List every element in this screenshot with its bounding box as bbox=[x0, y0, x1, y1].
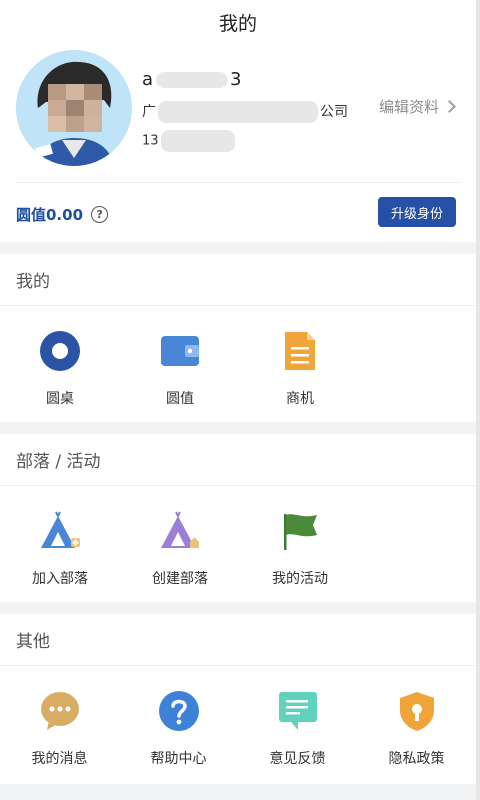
user-name: a3 bbox=[142, 69, 242, 90]
page-title: 我的 bbox=[218, 12, 257, 35]
name-visible-start: a bbox=[142, 69, 155, 90]
profile-card: a3 广公司 13 编辑资料 圆值0.00 ? 升级身份 bbox=[0, 44, 476, 242]
grid-item-label: 加入部落 bbox=[32, 571, 88, 587]
section-title: 其他 bbox=[0, 614, 476, 666]
avatar-image bbox=[16, 50, 132, 166]
edit-profile-label: 编辑资料 bbox=[378, 98, 439, 116]
grid-item-messages[interactable]: 我的消息 bbox=[0, 666, 119, 784]
round-table-icon bbox=[39, 330, 81, 372]
grid-item-business[interactable]: 商机 bbox=[240, 306, 360, 422]
grid-item-create-tribe[interactable]: 创建部落 bbox=[120, 486, 240, 602]
section-grid: 加入部落 创建部落 我的活动 bbox=[0, 486, 476, 602]
company-visible-end: 公司 bbox=[320, 104, 348, 120]
phone-visible-start: 13 bbox=[142, 133, 159, 149]
chevron-right-icon bbox=[443, 100, 456, 113]
grid-item-round-table[interactable]: 圆桌 bbox=[0, 306, 120, 422]
section-title: 我的 bbox=[0, 254, 476, 306]
grid-item-label: 隐私政策 bbox=[388, 751, 445, 767]
section-grid: 我的消息 帮助中心 意见反馈 隐私政策 bbox=[0, 666, 476, 784]
grid-item-wallet[interactable]: 圆值 bbox=[120, 306, 240, 422]
tent-create-icon bbox=[159, 510, 201, 552]
user-company: 广 公司 bbox=[142, 101, 348, 123]
phone-redaction bbox=[160, 130, 235, 152]
profile-divider bbox=[16, 182, 460, 183]
grid-item-label: 我的消息 bbox=[31, 751, 88, 767]
document-icon bbox=[279, 330, 321, 372]
top-bar: 我的 bbox=[0, 0, 476, 44]
help-circle-icon[interactable]: ? bbox=[91, 206, 109, 223]
edit-profile-link[interactable]: 编辑资料 bbox=[378, 96, 456, 117]
balance-row: 圆值0.00 ? bbox=[16, 204, 109, 225]
company-redaction bbox=[158, 101, 318, 123]
scroll-edge bbox=[476, 0, 480, 800]
grid-item-join-tribe[interactable]: 加入部落 bbox=[0, 486, 120, 602]
help-icon bbox=[158, 690, 200, 732]
section-grid: 圆桌 圆值 商机 bbox=[0, 306, 476, 422]
feedback-icon bbox=[277, 690, 319, 732]
wallet-icon bbox=[159, 330, 201, 372]
grid-item-label: 创建部落 bbox=[152, 571, 208, 587]
company-visible-start: 广 bbox=[142, 104, 156, 120]
grid-item-help-center[interactable]: 帮助中心 bbox=[119, 666, 238, 784]
upgrade-button[interactable]: 升级身份 bbox=[378, 197, 456, 227]
grid-item-label: 意见反馈 bbox=[269, 751, 326, 767]
section-tribe-activity: 部落 / 活动 加入部落 创建部落 我的活动 bbox=[0, 434, 476, 602]
balance-value: 圆值0.00 bbox=[16, 206, 84, 224]
grid-item-label: 我的活动 bbox=[272, 571, 328, 587]
avatar[interactable] bbox=[16, 50, 132, 166]
lock-shield-icon bbox=[396, 690, 438, 732]
grid-item-label: 圆桌 bbox=[46, 391, 74, 407]
name-visible-end: 3 bbox=[230, 69, 243, 90]
section-other: 其他 我的消息 帮助中心 意见反馈 隐私政策 bbox=[0, 614, 476, 784]
user-phone: 13 bbox=[142, 130, 235, 152]
grid-item-label: 商机 bbox=[286, 391, 314, 407]
section-title: 部落 / 活动 bbox=[0, 434, 476, 486]
profile-page: 我的 a 3 广 公司 13 编辑资料 圆值0.00 ? 升级身份 我的 圆桌 … bbox=[0, 0, 476, 800]
name-redaction bbox=[156, 72, 229, 88]
grid-item-label: 圆值 bbox=[166, 391, 194, 407]
flag-icon bbox=[279, 510, 321, 552]
tent-join-icon bbox=[39, 510, 81, 552]
grid-item-my-activities[interactable]: 我的活动 bbox=[240, 486, 360, 602]
grid-item-label: 帮助中心 bbox=[150, 751, 207, 767]
chat-bubble-icon bbox=[39, 690, 81, 732]
grid-item-feedback[interactable]: 意见反馈 bbox=[238, 666, 357, 784]
grid-item-privacy-policy[interactable]: 隐私政策 bbox=[357, 666, 476, 784]
section-mine: 我的 圆桌 圆值 商机 bbox=[0, 254, 476, 422]
